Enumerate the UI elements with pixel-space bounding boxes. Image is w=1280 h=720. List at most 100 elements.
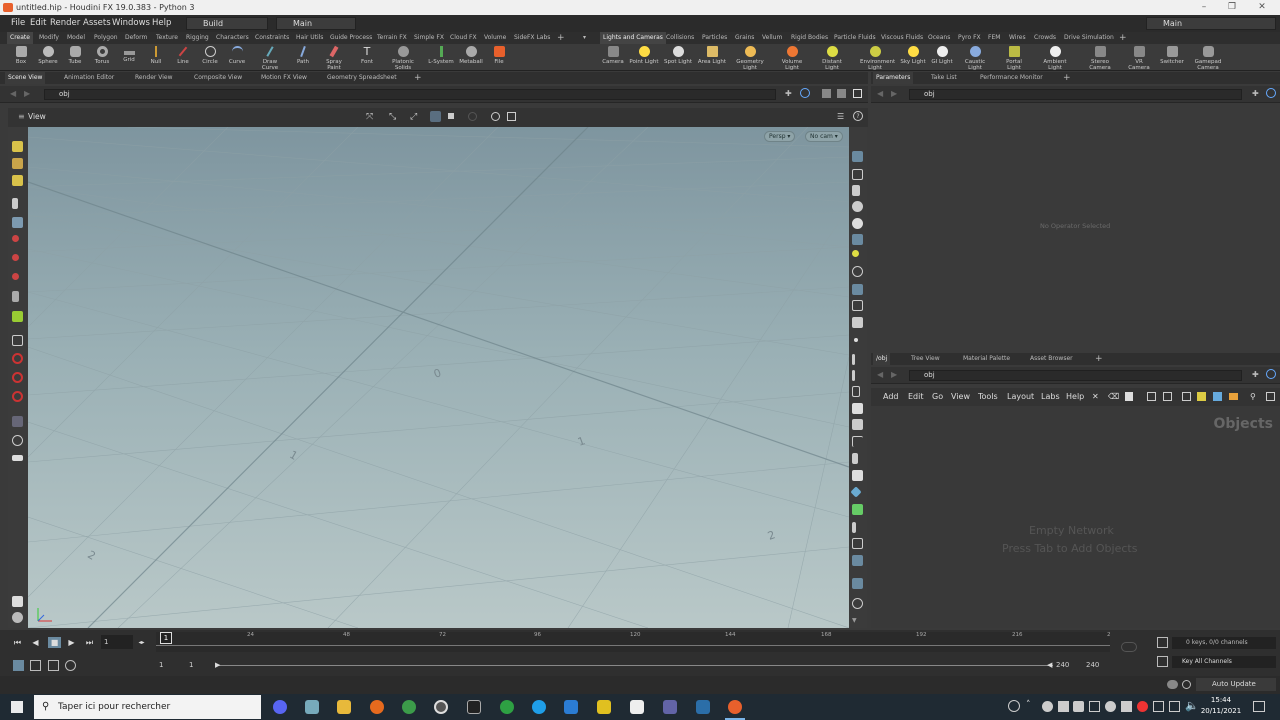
range-end-field[interactable]: 240	[1056, 661, 1069, 669]
windows-start-icon[interactable]	[11, 701, 23, 713]
key-options-icon[interactable]	[1157, 656, 1168, 667]
shelf-tab-collisions[interactable]: Collisions	[666, 32, 694, 44]
calculator-icon[interactable]	[564, 700, 578, 714]
move-icon[interactable]	[12, 235, 19, 242]
keyframe-options-icon[interactable]	[1157, 637, 1168, 648]
tumble-icon[interactable]: ⤧	[366, 112, 373, 122]
tool-distant-light[interactable]: Distant Light	[817, 46, 847, 71]
primitives-icon[interactable]	[852, 317, 863, 328]
net-menu-help[interactable]: Help	[1066, 388, 1084, 406]
number-icon[interactable]	[852, 386, 860, 397]
range-end-field-2[interactable]: 240	[1086, 661, 1099, 669]
wand-icon[interactable]	[852, 354, 855, 365]
shelf-tab-fem[interactable]: FEM	[988, 32, 1000, 44]
magnet-icon-1[interactable]	[12, 353, 23, 364]
shelf-tab-rigging[interactable]: Rigging	[186, 32, 209, 44]
timeline-scrubber[interactable]: 1 24 48 72 96 120 144 168 192 216 2	[156, 632, 1111, 652]
tool-gi-light[interactable]: GI Light	[927, 46, 957, 65]
audio-icon[interactable]	[1121, 642, 1137, 652]
back-arrow-icon[interactable]: ◀	[10, 89, 16, 98]
shelf-tab-create[interactable]: Create	[7, 32, 33, 44]
net-menu-view[interactable]: View	[951, 388, 970, 406]
tab-render-view[interactable]: Render View	[135, 72, 173, 84]
tool-null[interactable]: Null	[141, 46, 171, 65]
forward-arrow-icon[interactable]: ▶	[24, 89, 30, 98]
wifi-icon[interactable]	[1169, 701, 1180, 712]
clock-date[interactable]: 20/11/2021	[1199, 707, 1243, 715]
minimize-icon[interactable]: –	[1190, 0, 1218, 15]
magnet-icon-3[interactable]	[12, 391, 23, 402]
sticky-note-icon[interactable]	[1197, 392, 1206, 401]
network-search-icon[interactable]: ⚲	[1250, 388, 1256, 406]
audio-toggle-icon[interactable]	[30, 660, 41, 671]
tab-asset-browser[interactable]: Asset Browser	[1030, 353, 1073, 365]
tool-stereo-camera[interactable]: Stereo Camera	[1085, 46, 1115, 71]
trash-icon[interactable]: ⌫	[1108, 388, 1119, 406]
shelf-tab-polygon[interactable]: Polygon	[94, 32, 118, 44]
shelf-menu-chevron-icon[interactable]: ▾	[583, 32, 586, 44]
notifications-icon[interactable]	[1253, 701, 1265, 712]
tab-parameters[interactable]: Parameters	[873, 72, 914, 84]
close-icon[interactable]: ✕	[1248, 0, 1276, 15]
current-frame-field[interactable]: 1	[101, 635, 133, 649]
tool-tube[interactable]: Tube	[60, 46, 90, 65]
magnet-icon-2[interactable]	[12, 372, 23, 383]
select-icon[interactable]	[12, 141, 23, 152]
stop-icon[interactable]: ■	[48, 637, 61, 648]
snap-icon[interactable]	[468, 112, 477, 121]
tool-grid[interactable]: Grid	[114, 46, 144, 63]
tray-chevron-icon[interactable]: ˄	[1026, 700, 1031, 710]
link-icon[interactable]	[800, 88, 810, 98]
shelf-tab-oceans[interactable]: Oceans	[928, 32, 950, 44]
shelf-tab-rigid-bodies[interactable]: Rigid Bodies	[791, 32, 828, 44]
auto-update-button[interactable]: Auto Update	[1196, 678, 1276, 691]
scroll-down-icon[interactable]: ▼	[852, 617, 863, 628]
tool-geometry-light[interactable]: Geometry Light	[735, 46, 765, 71]
go-start-icon[interactable]: ⏮	[11, 637, 24, 648]
handle-icon[interactable]	[12, 311, 23, 322]
tool-path[interactable]: Path	[288, 45, 318, 65]
tool-spray-paint[interactable]: Spray Paint	[319, 45, 349, 71]
teams-icon[interactable]	[663, 700, 677, 714]
network-path-field[interactable]: obj	[909, 370, 1242, 381]
pane-maximize-icon[interactable]	[853, 89, 862, 98]
params-link-icon[interactable]	[1266, 88, 1276, 98]
update-mode-icon[interactable]	[1182, 680, 1191, 689]
normals-icon[interactable]	[852, 300, 863, 311]
volume-icon[interactable]: 🔈	[1185, 699, 1199, 712]
tool-camera[interactable]: Camera	[598, 46, 628, 65]
tool-gamepad-camera[interactable]: Gamepad Camera	[1193, 46, 1223, 71]
headlight-icon[interactable]	[852, 218, 863, 229]
menu-windows[interactable]: Windows	[112, 15, 150, 32]
tray-icon-3[interactable]	[1073, 701, 1084, 712]
params-forward-icon[interactable]: ▶	[891, 89, 897, 98]
tray-icon-6[interactable]	[1121, 701, 1132, 712]
shelf-tab-model[interactable]: Model	[67, 32, 85, 44]
scene-viewport[interactable]: 0 1 2 1 2 Persp ▾ No cam ▾	[28, 127, 849, 628]
network-back-icon[interactable]: ◀	[877, 370, 883, 379]
pen-icon[interactable]	[852, 370, 855, 381]
chrome-icon[interactable]	[402, 700, 416, 714]
tab-take-list[interactable]: Take List	[931, 72, 957, 84]
maximize-icon[interactable]: ❐	[1218, 0, 1246, 15]
viewport-menu-icon[interactable]: ≡	[18, 112, 25, 121]
xbox-icon[interactable]	[500, 700, 514, 714]
tab-obj[interactable]: /obj	[873, 353, 891, 365]
lock-icon[interactable]	[12, 217, 23, 228]
tool-metaball[interactable]: Metaball	[456, 46, 486, 65]
display-mode-icon[interactable]	[430, 111, 441, 122]
tray-icon-4[interactable]	[1089, 701, 1100, 712]
params-pin-icon[interactable]: ✚	[1252, 89, 1259, 98]
shelf-tab-terrain-fx[interactable]: Terrain FX	[377, 32, 407, 44]
tool-ambient-light[interactable]: Ambient Light	[1040, 46, 1070, 71]
template-icon[interactable]	[852, 403, 863, 414]
bulb-icon[interactable]	[852, 250, 859, 257]
green-icon[interactable]	[852, 504, 863, 515]
photos-icon[interactable]	[696, 700, 710, 714]
view-tool-icon[interactable]	[12, 416, 23, 427]
obs-icon[interactable]	[434, 700, 448, 714]
tool-sky-light[interactable]: Sky Light	[898, 46, 928, 65]
tab-motion-fx-view[interactable]: Motion FX View	[261, 72, 307, 84]
player-icon[interactable]	[597, 700, 611, 714]
dolly-icon[interactable]: ⤢	[410, 112, 417, 122]
